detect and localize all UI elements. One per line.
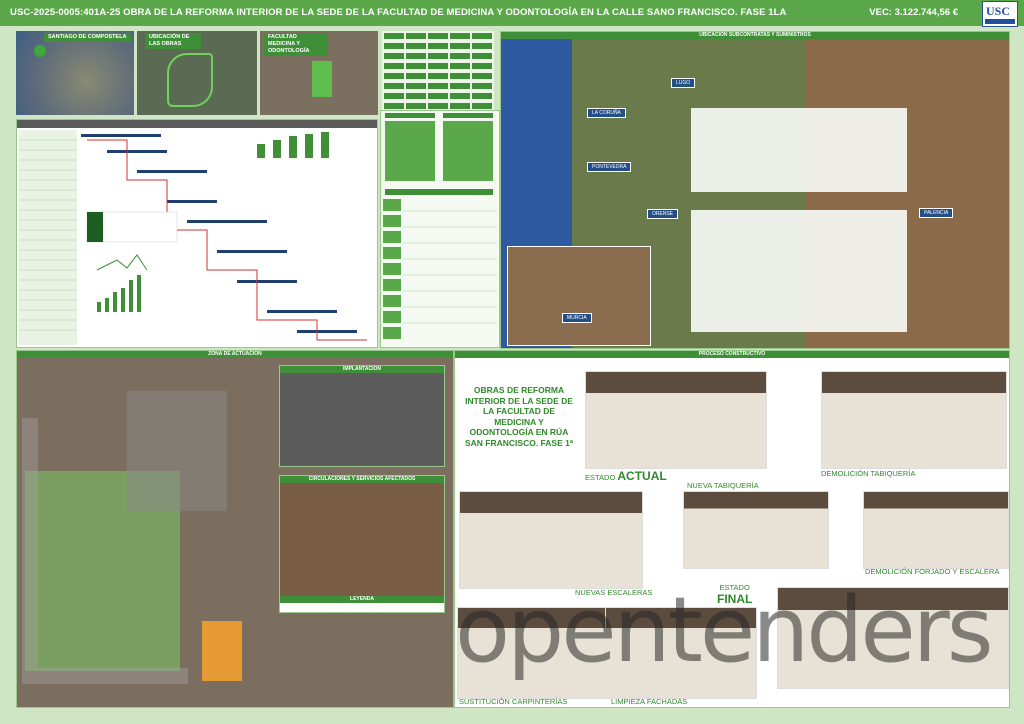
estado-actual: ESTADO ACTUAL [585,469,667,483]
map-facultad-label: FACULTAD MEDICINA Y ODONTOLOGÍA [264,33,328,56]
map-santiago-label: SANTIAGO DE COMPOSTELA [44,33,131,42]
leyenda-title: LEYENDA [280,596,444,603]
province-coruna: LA CORUÑA [587,108,626,118]
proceso-title: PROCESO CONSTRUCTIVO [455,351,1009,358]
usc-logo: USC [982,1,1018,27]
budget-value: VEC: 3.122.744,56 € [869,7,958,18]
province-palencia: PALENCIA [919,208,954,218]
team-tables [380,110,500,348]
project-title: OBRAS DE REFORMA INTERIOR DE LA SEDE DE … [465,385,573,448]
step-demolicion-tabiqueria: DEMOLICIÓN TABIQUERÍA [821,469,916,478]
map-facultad: FACULTAD MEDICINA Y ODONTOLOGÍA [260,31,378,115]
render-nuevas-escaleras [459,491,643,589]
step-demolicion-forjado: DEMOLICIÓN FORJADO Y ESCALERA [865,567,1000,576]
circulaciones-title: CIRCULACIONES Y SERVICIOS AFECTADOS [280,476,444,483]
step-carpinterias: SUSTITUCIÓN CARPINTERÍAS [459,697,568,706]
province-orense: ORENSE [647,209,679,219]
render-demolicion-forjado [863,491,1009,569]
org-chart [382,31,494,113]
watermark-frame [22,418,188,684]
implantacion-title: IMPLANTACIÓN [280,366,444,373]
watermark: opentenders [455,578,994,683]
circulaciones-panel: CIRCULACIONES Y SERVICIOS AFECTADOS LEYE… [279,475,445,613]
province-lugo: LUGO [671,78,696,88]
render-demolicion-tabiqueria [821,371,1007,469]
render-nueva-tabiqueria [683,491,829,569]
gantt-panel [16,119,378,348]
regional-panel: UBICACIÓN SUBCONTRATAS Y SUMINISTROS LA … [500,31,1010,349]
implantacion-panel: IMPLANTACIÓN [279,365,445,467]
province-pontevedra: PONTEVEDRA [587,162,632,172]
render-actual [585,371,767,469]
map-santiago: SANTIAGO DE COMPOSTELA [16,31,134,115]
province-murcia: MURCIA [562,313,592,323]
map-ubicacion-label: UBICACIÓN DE LAS OBRAS [145,33,201,49]
map-ubicacion: UBICACIÓN DE LAS OBRAS [137,31,257,115]
zona-title: ZONA DE ACTUACIÓN [17,351,453,358]
step-fachadas: LIMPIEZA FACHADAS [611,697,688,706]
step-nueva-tabiqueria: NUEVA TABIQUERÍA [687,481,759,490]
header-bar: USC-2025-0005:401A-25 OBRA DE LA REFORMA… [0,0,1024,27]
document-title: USC-2025-0005:401A-25 OBRA DE LA REFORMA… [10,7,787,18]
regional-title: UBICACIÓN SUBCONTRATAS Y SUMINISTROS [501,32,1009,39]
